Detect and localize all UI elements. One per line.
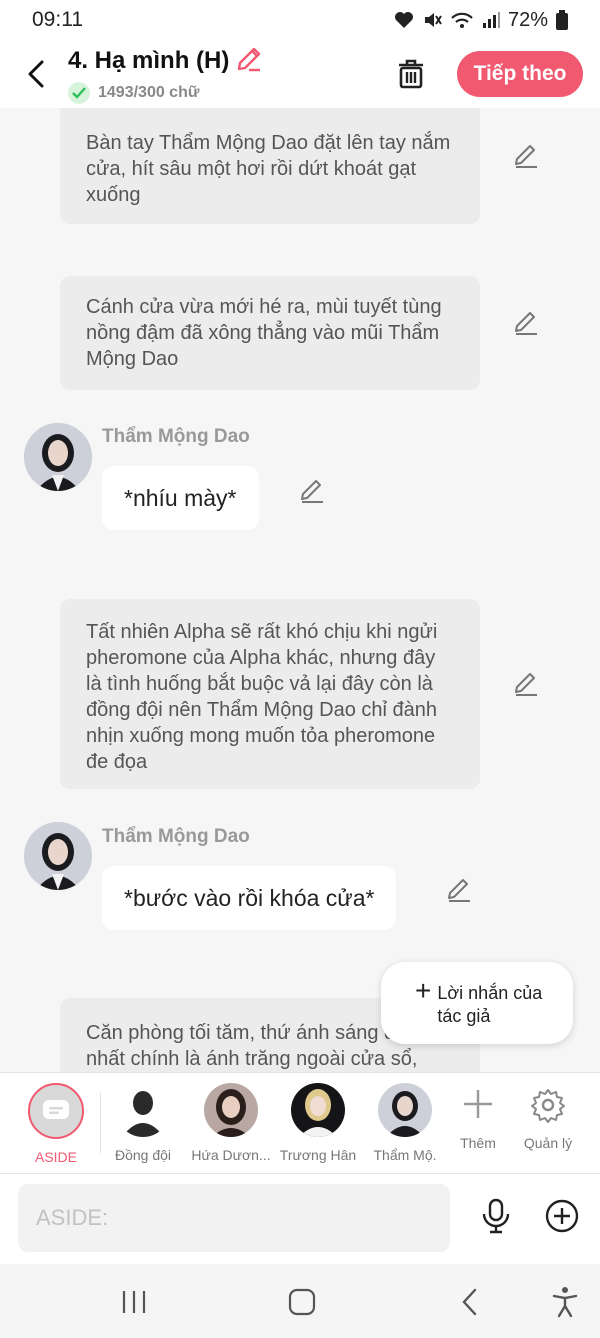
edit-pencil-icon[interactable] — [298, 477, 326, 505]
system-nav-bar — [0, 1264, 600, 1338]
aside-circle — [28, 1083, 84, 1139]
truong-han-avatar — [291, 1083, 345, 1137]
heart-icon — [394, 12, 413, 28]
wifi-icon — [451, 12, 473, 28]
plus-icon — [464, 1090, 492, 1118]
plus-icon: + — [415, 975, 432, 1006]
character-avatar[interactable] — [24, 822, 92, 890]
author-note-label: Lời nhắn của tác giả — [437, 983, 543, 1026]
chapter-title: 4. Hạ mình (H) — [68, 47, 230, 74]
character-hua-duong[interactable]: Hứa Dươn... — [191, 1083, 271, 1163]
back-arrow-icon — [28, 60, 44, 88]
add-circle-icon — [545, 1199, 579, 1233]
chat-bubble-icon — [43, 1100, 69, 1119]
hua-duong-label: Hứa Dươn... — [191, 1147, 271, 1163]
character-bar: ASIDE Đồng đội Hứa Dươn... Trương Hân Th… — [0, 1072, 600, 1174]
character-tham-mong-dao[interactable]: Thẩm Mộ. — [365, 1083, 445, 1163]
microphone-icon — [482, 1198, 510, 1234]
status-time: 09:11 — [32, 8, 83, 31]
status-bar: 09:11 72% — [0, 0, 600, 40]
teammate-label: Đồng đội — [114, 1147, 172, 1163]
check-icon — [68, 81, 90, 104]
gear-icon — [531, 1089, 565, 1123]
chat-area[interactable]: Bàn tay Thẩm Mộng Dao đặt lên tay nắm cử… — [0, 108, 600, 1072]
divider — [100, 1093, 101, 1153]
battery-percent: 72% — [507, 8, 548, 31]
recents-icon — [122, 1291, 146, 1313]
character-name: Thẩm Mộng Dao — [102, 426, 250, 447]
character-name: Thẩm Mộng Dao — [102, 826, 250, 847]
back-button[interactable] — [6, 44, 66, 104]
mute-icon — [424, 13, 442, 27]
character-teammate[interactable]: Đồng đội — [103, 1083, 183, 1163]
edit-pencil-icon[interactable] — [512, 670, 540, 698]
pencil-icon — [238, 47, 261, 71]
accessibility-icon — [552, 1287, 578, 1318]
rename-button[interactable] — [235, 45, 263, 78]
teammate-avatar — [116, 1083, 170, 1137]
narration-text: Tất nhiên Alpha sẽ rất khó chịu khi ngửi… — [86, 621, 438, 773]
back-nav-button[interactable] — [450, 1282, 490, 1322]
microphone-button[interactable] — [474, 1194, 518, 1238]
dialog-bubble[interactable]: *nhíu mày* — [102, 466, 259, 530]
edit-pencil-icon[interactable] — [512, 309, 540, 337]
input-row — [0, 1174, 600, 1264]
accessibility-button[interactable] — [545, 1282, 585, 1322]
narration-bubble[interactable]: Cánh cửa vừa mới hé ra, mùi tuyết tùng n… — [60, 276, 480, 390]
manage-label: Quản lý — [523, 1135, 573, 1151]
dialog-text: *nhíu mày* — [124, 484, 237, 511]
narration-text: Căn phòng tối tăm, thứ ánh sáng duy nhất… — [86, 1022, 418, 1070]
aside-input[interactable] — [18, 1184, 450, 1252]
edit-pencil-icon[interactable] — [445, 876, 473, 904]
add-attachment-button[interactable] — [540, 1194, 584, 1238]
add-label: Thêm — [460, 1135, 496, 1151]
tham-mong-dao-label: Thẩm Mộ. — [373, 1147, 437, 1163]
delete-button[interactable] — [387, 50, 435, 98]
signal-icon — [482, 12, 500, 28]
aside-label: ASIDE — [34, 1149, 77, 1165]
tham-mong-dao-avatar — [378, 1083, 432, 1137]
aside-selector[interactable]: ASIDE — [16, 1083, 96, 1165]
word-counter: 1493/300 chữ — [98, 83, 200, 101]
character-truong-han[interactable]: Trương Hân — [278, 1083, 358, 1163]
add-character-button[interactable]: Thêm — [438, 1083, 518, 1151]
narration-text: Bàn tay Thẩm Mộng Dao đặt lên tay nắm cử… — [86, 132, 451, 206]
character-avatar[interactable] — [24, 423, 92, 491]
next-button[interactable]: Tiếp theo — [457, 51, 583, 97]
recents-button[interactable] — [114, 1282, 154, 1322]
editor-header: 4. Hạ mình (H) 1493/300 chữ Tiếp theo — [0, 40, 600, 108]
battery-icon — [556, 10, 568, 30]
narration-bubble[interactable]: Bàn tay Thẩm Mộng Dao đặt lên tay nắm cử… — [60, 108, 480, 224]
title-block: 4. Hạ mình (H) 1493/300 chữ — [68, 45, 387, 104]
dialog-bubble[interactable]: *bước vào rồi khóa cửa* — [102, 866, 397, 930]
author-note-button[interactable]: + Lời nhắn của tác giả — [381, 962, 573, 1044]
narration-bubble[interactable]: Tất nhiên Alpha sẽ rất khó chịu khi ngửi… — [60, 599, 480, 789]
home-button[interactable] — [282, 1282, 322, 1322]
status-icons: 72% — [394, 9, 568, 32]
manage-button[interactable]: Quản lý — [508, 1083, 588, 1151]
narration-text: Cánh cửa vừa mới hé ra, mùi tuyết tùng n… — [86, 296, 442, 370]
trash-icon — [399, 59, 423, 89]
hua-duong-avatar — [204, 1083, 258, 1137]
home-icon — [288, 1288, 316, 1316]
dialog-text: *bước vào rồi khóa cửa* — [124, 884, 375, 911]
truong-han-label: Trương Hân — [279, 1147, 357, 1163]
edit-pencil-icon[interactable] — [512, 142, 540, 170]
back-nav-icon — [462, 1288, 477, 1316]
